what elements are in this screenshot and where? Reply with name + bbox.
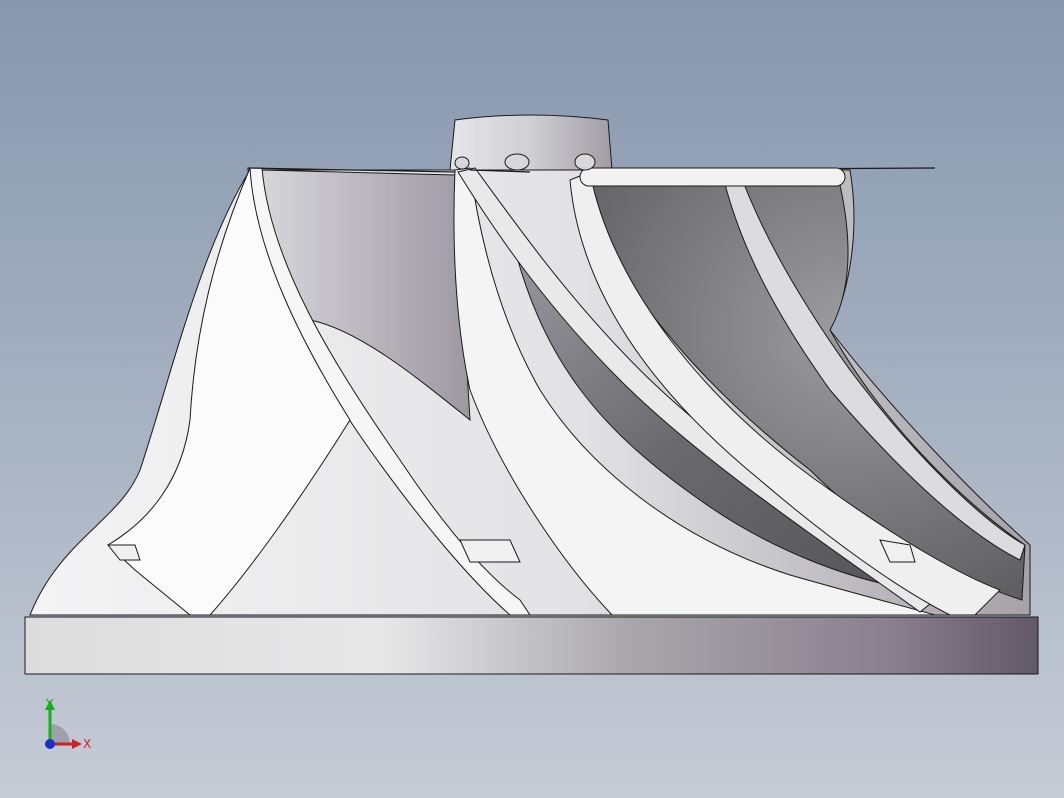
impeller-model[interactable]: [0, 0, 1064, 798]
x-axis-label: X: [83, 737, 91, 751]
rim-highlight: [579, 167, 846, 187]
z-axis-icon: [45, 739, 55, 749]
hub-hole-2: [504, 153, 530, 171]
y-axis-label: Y: [45, 697, 54, 711]
hub-hole-1: [454, 156, 470, 170]
hub-hole-3: [574, 153, 596, 171]
x-arrow-icon: [72, 739, 82, 749]
base-disc: [24, 616, 1039, 675]
graphics-viewport[interactable]: Y X: [0, 0, 1064, 798]
axis-triad: Y X: [45, 697, 91, 751]
